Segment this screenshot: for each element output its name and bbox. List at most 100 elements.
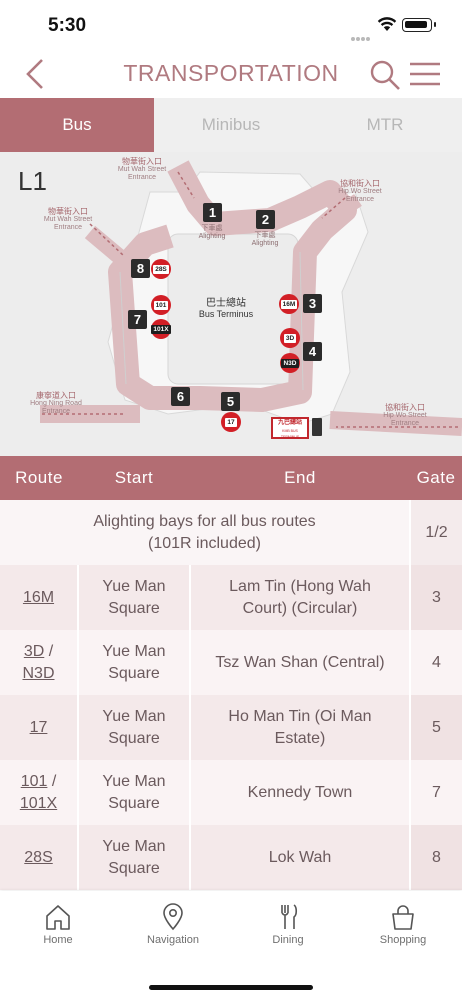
wifi-icon (377, 17, 397, 31)
entrance-en: Hong Ning Road (30, 400, 82, 407)
header: TRANSPORTATION (0, 50, 462, 98)
gate-marker-2[interactable]: 2 (256, 210, 275, 229)
route-sign-label: 101 (153, 300, 169, 310)
route-sign-101x[interactable]: 101X (151, 319, 171, 339)
entrance-label: 物華街入口 Mut Wah Street Entrance (112, 158, 172, 182)
entrance-en: Mut Wah Street (117, 166, 167, 173)
entrance-zh: 物華街入口 (48, 207, 88, 216)
back-button[interactable] (20, 56, 52, 92)
route-sign-16m[interactable]: 16M (279, 294, 299, 314)
nav-item-label: Home (43, 934, 73, 946)
route-link[interactable]: 17 (30, 719, 48, 736)
start-line: Yue Man (102, 642, 166, 660)
route-link[interactable]: 101 (21, 773, 48, 790)
menu-button[interactable] (408, 60, 442, 88)
gate-marker-8[interactable]: 8 (131, 259, 150, 278)
nav-item-home[interactable]: Home (8, 903, 108, 946)
route-separator: / (47, 772, 57, 790)
home-indicator (149, 985, 313, 990)
end-line: Ho Man Tin (Oi Man (228, 707, 372, 725)
home-icon (46, 905, 70, 930)
status-time: 5:30 (48, 15, 87, 36)
start-line: Yue Man (102, 577, 166, 595)
entrance-en: Entrance (41, 408, 71, 415)
nav-item-label: Dining (272, 934, 304, 946)
route-link[interactable]: 101X (20, 795, 57, 812)
entrance-en: Entrance (53, 224, 83, 231)
gate-marker-6[interactable]: 6 (171, 387, 190, 406)
nav-item-navigation[interactable]: Navigation (123, 903, 223, 946)
location-pin-icon (163, 903, 183, 931)
entrance-label: 物華街入口 Mut Wah Street Entrance (38, 208, 98, 232)
search-button[interactable] (368, 58, 402, 92)
entrance-label: 康寧道入口 Hong Ning Road Entrance (24, 392, 88, 416)
alighting-en: Alighting (251, 240, 279, 247)
column-header-route: Route (0, 456, 78, 500)
table-row: 17 Yue Man Square Ho Man Tin (Oi Man Estat… (0, 695, 462, 760)
end-line: Tsz Wan Shan (Central) (215, 653, 385, 671)
gate-marker-7[interactable]: 7 (128, 310, 147, 329)
start-line: Yue Man (102, 707, 166, 725)
entrance-label: 協和街入口 Hip Wo Street Entrance (330, 180, 390, 204)
alighting-caption: 下車處 Alighting (247, 232, 283, 248)
tab-bus[interactable]: Bus (0, 98, 154, 152)
start-cell: Yue Man Square (78, 695, 191, 760)
cellular-signal-icon (351, 28, 373, 41)
alighting-caption: 下車處 Alighting (194, 225, 230, 241)
route-sign-3d[interactable]: 3D (280, 328, 300, 348)
entrance-en: Entrance (127, 174, 157, 181)
terminus-en: Bus Terminus (198, 309, 254, 319)
route-separator: / (44, 642, 54, 660)
route-link[interactable]: 3D (24, 643, 44, 660)
route-cell: 3D / N3D (0, 630, 79, 695)
tab-minibus[interactable]: Minibus (154, 98, 308, 152)
table-row: 101 / 101X Yue Man Square Kennedy Town 7 (0, 760, 462, 825)
nav-item-label: Navigation (147, 934, 199, 946)
kmb-terminus-sign: 九巴總站 KMB BUS TERMINUS (271, 417, 309, 439)
end-line: Estate) (274, 729, 326, 747)
nav-item-label: Shopping (379, 934, 427, 946)
bus-terminus-map[interactable]: L1 物華街入口 Mut Wah Street Entrance 物華街入口 M… (0, 152, 462, 456)
entrance-zh: 協和街入口 (385, 403, 425, 412)
table-row: 16M Yue Man Square Lam Tin (Hong Wah Court… (0, 565, 462, 630)
route-link[interactable]: 16M (23, 589, 54, 606)
route-sign-label: 17 (225, 417, 237, 427)
end-line: Court) (Circular) (242, 599, 358, 617)
gate-marker-4[interactable]: 4 (303, 342, 322, 361)
route-sign-101[interactable]: 101 (151, 295, 171, 315)
route-sign-label: 3D (283, 333, 297, 343)
end-cell: Kennedy Town (190, 760, 411, 825)
ticket-machine-icon (312, 418, 322, 436)
start-line: Yue Man (102, 772, 166, 790)
route-link[interactable]: 28S (24, 849, 52, 866)
end-cell: Lok Wah (190, 825, 411, 890)
start-cell: Yue Man Square (78, 825, 191, 890)
entrance-en: Hip Wo Street (338, 188, 382, 195)
route-sign-28s[interactable]: 28S (151, 259, 171, 279)
start-cell: Yue Man Square (78, 630, 191, 695)
alighting-note-line: Alighting bays for all bus routes (93, 512, 316, 530)
transport-tabs: Bus Minibus MTR (0, 98, 462, 152)
nav-item-shopping[interactable]: Shopping (353, 903, 453, 946)
gate-cell: 3 (410, 565, 462, 630)
status-bar: 5:30 (0, 0, 462, 50)
table-row: 3D / N3D Yue Man Square Tsz Wan Shan (Cen… (0, 630, 462, 695)
route-link[interactable]: N3D (22, 665, 54, 682)
start-line: Square (108, 729, 160, 747)
column-header-end: End (190, 456, 410, 500)
gate-marker-3[interactable]: 3 (303, 294, 322, 313)
route-sign-17[interactable]: 17 (221, 412, 241, 432)
nav-item-dining[interactable]: Dining (238, 903, 338, 946)
floor-label: L1 (18, 166, 47, 196)
kmb-sign-en: KMB BUS TERMINUS (280, 429, 300, 439)
gate-marker-1[interactable]: 1 (203, 203, 222, 222)
route-sign-n3d[interactable]: N3D (280, 353, 300, 373)
route-cell: 16M (0, 565, 79, 630)
tab-mtr[interactable]: MTR (308, 98, 462, 152)
battery-icon (402, 18, 436, 32)
gate-cell: 8 (410, 825, 462, 890)
alighting-zh: 下車處 (254, 232, 276, 239)
fork-knife-icon (281, 904, 298, 929)
gate-marker-5[interactable]: 5 (221, 392, 240, 411)
shopping-bag-icon (392, 905, 414, 930)
